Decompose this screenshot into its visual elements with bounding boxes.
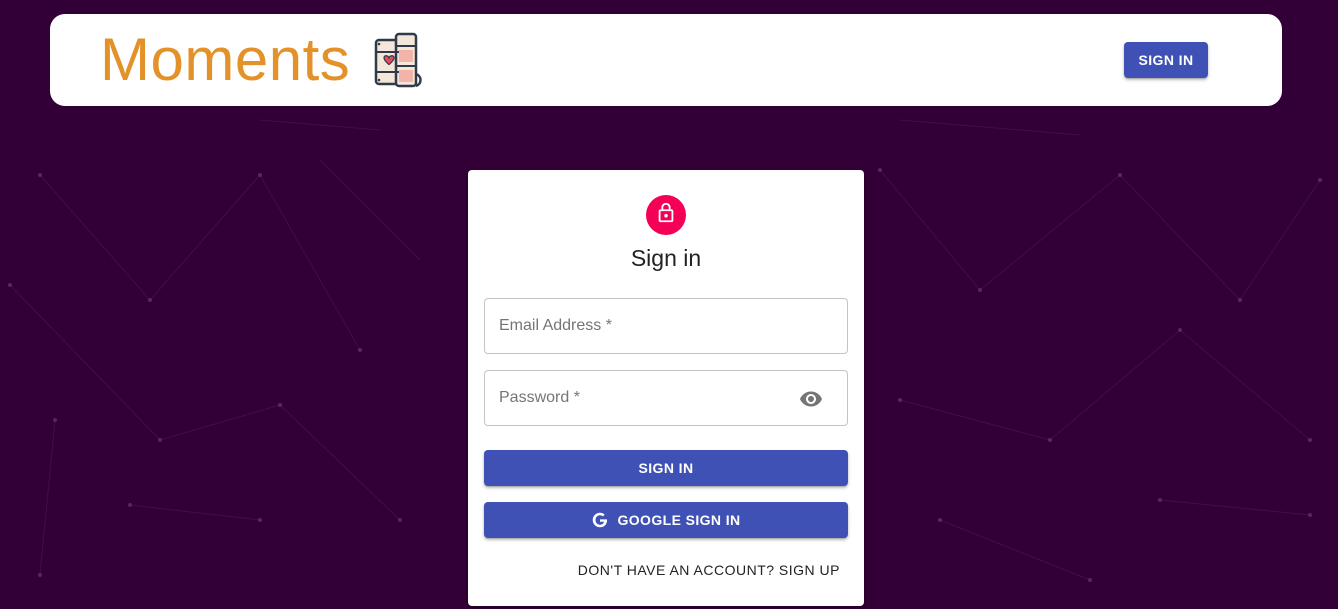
film-strip-heart-logo-icon xyxy=(370,30,426,90)
password-field-container xyxy=(484,370,848,426)
signup-link[interactable]: DON'T HAVE AN ACCOUNT? SIGN UP xyxy=(578,562,840,578)
google-icon xyxy=(591,511,609,529)
email-field-container xyxy=(484,298,848,354)
google-signin-label: GOOGLE SIGN IN xyxy=(617,512,741,528)
email-input[interactable] xyxy=(485,299,847,353)
appbar-signin-button[interactable]: SIGN IN xyxy=(1124,42,1208,78)
signin-card: Sign in SIGN IN GOOGLE SIGN IN DON'T HAV… xyxy=(468,170,864,606)
signin-title: Sign in xyxy=(630,245,702,271)
signin-submit-button[interactable]: SIGN IN xyxy=(484,450,848,486)
eye-icon[interactable] xyxy=(799,387,823,411)
brand-title[interactable]: Moments xyxy=(100,27,350,93)
lock-avatar xyxy=(646,195,686,235)
lock-icon xyxy=(655,202,677,229)
google-signin-button[interactable]: GOOGLE SIGN IN xyxy=(484,502,848,538)
app-bar: Moments SIGN IN xyxy=(50,14,1282,106)
password-input[interactable] xyxy=(485,371,847,425)
